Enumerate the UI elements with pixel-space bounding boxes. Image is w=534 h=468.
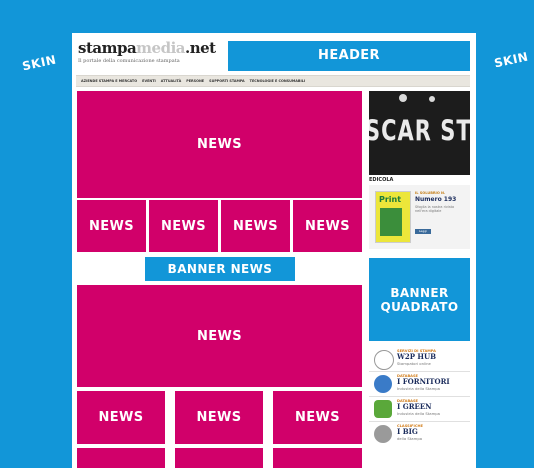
nav-item-eventi[interactable]: EVENTI — [142, 79, 156, 83]
ad-subtitle: Industria della Stampa — [397, 386, 441, 391]
news-tile-label: NEWS — [160, 218, 207, 234]
edicola-label: EDICOLA — [369, 177, 394, 183]
news-tile-label: NEWS — [98, 410, 144, 425]
sidebar-divider — [369, 371, 470, 372]
news-tile[interactable]: NEWS — [221, 200, 290, 252]
news-tile-partial[interactable] — [77, 448, 165, 468]
news-tile[interactable]: NEWS — [149, 200, 218, 252]
nav-item-persone[interactable]: PERSONE — [186, 79, 204, 83]
edicola-card[interactable]: Print IL SOLUBRIO N. Numero 193 Sfoglia … — [369, 185, 470, 249]
skin-label-right: SKIN — [492, 49, 530, 71]
news-tile[interactable]: NEWS — [273, 391, 362, 444]
sidebar-link-big[interactable]: CLASSIFICHE I BIG della Stampa — [369, 423, 470, 445]
ad-title: I BIG — [397, 427, 418, 436]
ad-title: W2P HUB — [397, 352, 437, 361]
banner-quadrato-line1: BANNER — [390, 285, 449, 300]
news-tile-label: NEWS — [196, 328, 243, 344]
ad-title: I GREEN — [397, 402, 432, 411]
nav-item-attualita[interactable]: ATTUALITÀ — [161, 79, 181, 83]
news-tile[interactable]: NEWS — [293, 200, 362, 252]
fornitori-icon — [374, 375, 392, 393]
news-tile-label: NEWS — [88, 218, 135, 234]
skin-label-left: SKIN — [20, 52, 58, 74]
logo-tagline: Il portale della comunicazione stampata — [78, 58, 180, 64]
magazine-cover-title: Print — [379, 195, 402, 204]
stage-light — [429, 96, 435, 102]
sidebar-event-photo[interactable]: SCAR STAM — [369, 91, 470, 175]
photo-stage-text: SCAR STAM — [369, 114, 470, 148]
logo-accent-text: media — [136, 39, 185, 57]
ad-title: I FORNITORI — [397, 377, 450, 386]
news-tile-label: NEWS — [196, 137, 243, 152]
news-tile-label: NEWS — [304, 218, 351, 234]
news-tile-label: NEWS — [196, 410, 242, 425]
news-tile[interactable]: NEWS — [77, 391, 165, 444]
magazine-cover[interactable]: Print — [375, 191, 411, 243]
news-tile-partial[interactable] — [175, 448, 263, 468]
sidebar-link-green[interactable]: DATABASE I GREEN Industria della Stampa — [369, 398, 470, 420]
sidebar-link-w2p-hub[interactable]: SERVIZI DI STAMPA W2P HUB Stampatori onl… — [369, 348, 470, 370]
sidebar-divider — [369, 421, 470, 422]
edicola-issue-small: IL SOLUBRIO N. — [415, 191, 446, 195]
banner-news-label: BANNER NEWS — [167, 262, 273, 276]
edicola-description: Sfoglia la nostra rivista nell'era digit… — [415, 205, 455, 213]
w2p-hub-icon — [374, 350, 394, 370]
edicola-read-button[interactable]: Leggi — [415, 229, 431, 234]
big-icon — [374, 425, 392, 443]
banner-quadrato[interactable]: BANNER QUADRATO — [369, 258, 470, 341]
banner-quadrato-line2: QUADRATO — [380, 299, 459, 314]
magazine-cover-image — [380, 208, 402, 236]
logo-suffix-text: .net — [185, 39, 216, 57]
news-tile[interactable]: NEWS — [77, 200, 146, 252]
banner-news[interactable]: BANNER NEWS — [145, 257, 295, 281]
news-tile-featured[interactable]: NEWS — [77, 91, 362, 198]
news-tile-featured[interactable]: NEWS — [77, 285, 362, 387]
green-icon — [374, 400, 392, 418]
sidebar-link-fornitori[interactable]: DATABASE I FORNITORI Industria della Sta… — [369, 373, 470, 395]
website-page: stampamedia.net Il portale della comunic… — [72, 33, 476, 468]
news-tile-label: NEWS — [294, 410, 341, 425]
news-tile-partial[interactable] — [273, 448, 362, 468]
nav-item-aziende[interactable]: AZIENDE STAMPA E MERCATO — [81, 79, 137, 83]
logo-main-text: stampa — [78, 39, 137, 57]
sidebar-divider — [369, 396, 470, 397]
ad-subtitle: Industria della Stampa — [397, 411, 441, 416]
news-tile-label: NEWS — [232, 218, 279, 234]
ad-subtitle: Stampatori online — [397, 361, 431, 366]
stage-light — [399, 94, 407, 102]
main-nav: AZIENDE STAMPA E MERCATO EVENTI ATTUALIT… — [76, 75, 470, 87]
edicola-issue-number[interactable]: Numero 193 — [415, 196, 456, 203]
ad-subtitle: della Stampa — [397, 436, 423, 441]
nav-item-tecnologie[interactable]: TECNOLOGIE E CONSUMABILI — [250, 79, 305, 83]
header-banner[interactable]: HEADER — [228, 41, 470, 71]
header-banner-label: HEADER — [318, 48, 380, 63]
site-logo[interactable]: stampamedia.net Il portale della comunic… — [78, 39, 216, 64]
nav-item-supporti[interactable]: SUPPORTI STAMPA — [209, 79, 245, 83]
news-tile[interactable]: NEWS — [175, 391, 263, 444]
